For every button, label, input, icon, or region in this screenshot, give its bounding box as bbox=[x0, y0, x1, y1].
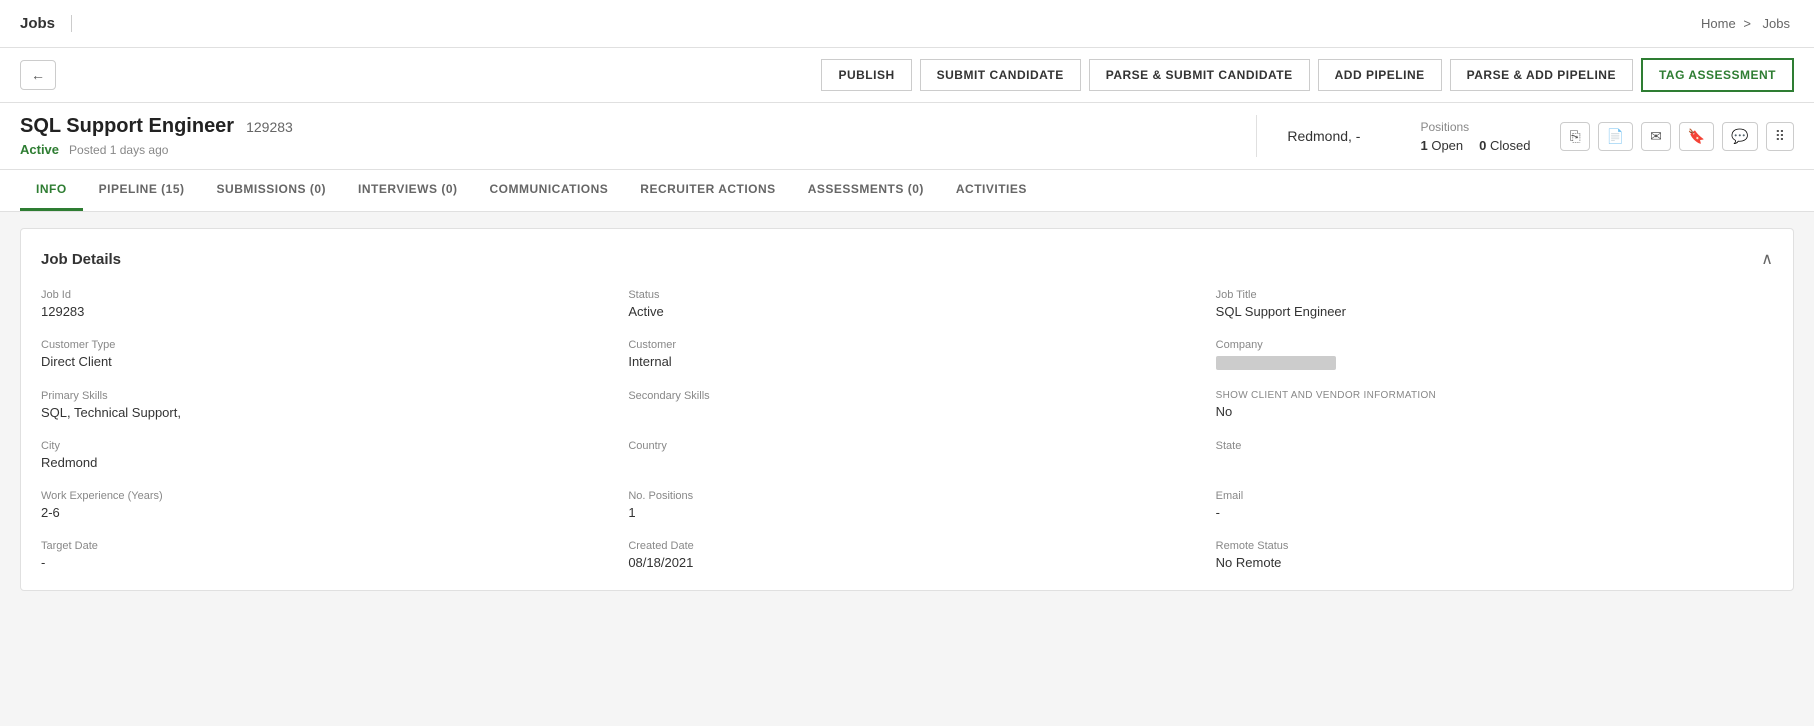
detail-company: Company bbox=[1216, 339, 1773, 370]
card-header: Job Details ∧ bbox=[41, 249, 1773, 269]
detail-created-date: Created Date 08/18/2021 bbox=[628, 540, 1185, 570]
detail-customer: Customer Internal bbox=[628, 339, 1185, 370]
tree-icon[interactable]: ⠿ bbox=[1766, 122, 1794, 151]
copy-icon[interactable]: ⎘ bbox=[1560, 122, 1589, 151]
main-content: Job Details ∧ Job Id 129283 Status Activ… bbox=[0, 212, 1814, 726]
positions-section: Positions 1 Open 0 Closed bbox=[1390, 120, 1560, 153]
chat-icon[interactable]: 💬 bbox=[1722, 122, 1757, 151]
breadcrumb-separator: > bbox=[1743, 16, 1751, 31]
breadcrumb-current: Jobs bbox=[1763, 16, 1790, 31]
company-blurred bbox=[1216, 356, 1336, 370]
bookmark-icon[interactable]: 🔖 bbox=[1679, 122, 1714, 151]
breadcrumb-home[interactable]: Home bbox=[1701, 16, 1736, 31]
job-title-row: SQL Support Engineer 129283 bbox=[20, 115, 1236, 138]
job-posted-time: Posted 1 days ago bbox=[69, 143, 168, 157]
document-icon[interactable]: 📄 bbox=[1598, 122, 1633, 151]
publish-button[interactable]: PUBLISH bbox=[821, 59, 911, 91]
job-header: SQL Support Engineer 129283 Active Poste… bbox=[0, 103, 1814, 170]
detail-job-title: Job Title SQL Support Engineer bbox=[1216, 289, 1773, 319]
detail-target-date: Target Date - bbox=[41, 540, 598, 570]
collapse-button[interactable]: ∧ bbox=[1761, 249, 1773, 269]
tab-pipeline[interactable]: PIPELINE (15) bbox=[83, 170, 201, 211]
positions-row: 1 Open 0 Closed bbox=[1420, 138, 1530, 153]
add-pipeline-button[interactable]: ADD PIPELINE bbox=[1318, 59, 1442, 91]
app-title: Jobs bbox=[20, 15, 72, 32]
detail-primary-skills: Primary Skills SQL, Technical Support, bbox=[41, 390, 598, 420]
submit-candidate-button[interactable]: SUBMIT CANDIDATE bbox=[920, 59, 1081, 91]
open-positions: 1 Open bbox=[1420, 138, 1463, 153]
job-title: SQL Support Engineer bbox=[20, 115, 234, 138]
tab-communications[interactable]: COMMUNICATIONS bbox=[474, 170, 625, 211]
back-button[interactable]: ← bbox=[20, 60, 56, 90]
detail-country: Country bbox=[628, 440, 1185, 470]
tabs-bar: INFO PIPELINE (15) SUBMISSIONS (0) INTER… bbox=[0, 170, 1814, 212]
closed-positions: 0 Closed bbox=[1479, 138, 1530, 153]
detail-city: City Redmond bbox=[41, 440, 598, 470]
detail-no-positions: No. Positions 1 bbox=[628, 490, 1185, 520]
parse-add-pipeline-button[interactable]: PARSE & ADD PIPELINE bbox=[1450, 59, 1633, 91]
mail-icon[interactable]: ✉ bbox=[1641, 122, 1671, 151]
job-id-display: 129283 bbox=[246, 119, 293, 135]
detail-state: State bbox=[1216, 440, 1773, 470]
tab-info[interactable]: INFO bbox=[20, 170, 83, 211]
top-nav: Jobs Home > Jobs bbox=[0, 0, 1814, 48]
job-title-section: SQL Support Engineer 129283 Active Poste… bbox=[20, 115, 1257, 157]
job-location: Redmond, - bbox=[1287, 128, 1360, 144]
nav-left: Jobs bbox=[20, 15, 72, 32]
header-toolbar: ← PUBLISH SUBMIT CANDIDATE PARSE & SUBMI… bbox=[0, 48, 1814, 103]
detail-status: Status Active bbox=[628, 289, 1185, 319]
detail-email: Email - bbox=[1216, 490, 1773, 520]
detail-customer-type: Customer Type Direct Client bbox=[41, 339, 598, 370]
detail-secondary-skills: Secondary Skills bbox=[628, 390, 1185, 420]
details-grid: Job Id 129283 Status Active Job Title SQ… bbox=[41, 289, 1773, 570]
job-status-active: Active bbox=[20, 142, 59, 157]
parse-submit-candidate-button[interactable]: PARSE & SUBMIT CANDIDATE bbox=[1089, 59, 1310, 91]
job-details-card: Job Details ∧ Job Id 129283 Status Activ… bbox=[20, 228, 1794, 591]
job-actions-right: ⎘ 📄 ✉ 🔖 💬 ⠿ bbox=[1560, 122, 1794, 151]
detail-remote-status: Remote Status No Remote bbox=[1216, 540, 1773, 570]
job-location-section: Redmond, - bbox=[1257, 128, 1390, 144]
tab-assessments[interactable]: ASSESSMENTS (0) bbox=[792, 170, 940, 211]
tab-submissions[interactable]: SUBMISSIONS (0) bbox=[201, 170, 343, 211]
detail-work-experience: Work Experience (Years) 2-6 bbox=[41, 490, 598, 520]
detail-job-id: Job Id 129283 bbox=[41, 289, 598, 319]
positions-label: Positions bbox=[1420, 120, 1530, 134]
breadcrumb: Home > Jobs bbox=[1701, 16, 1794, 31]
tag-assessment-button[interactable]: TAG ASSESSMENT bbox=[1641, 58, 1794, 92]
detail-show-client: SHOW CLIENT AND VENDOR INFORMATION No bbox=[1216, 390, 1773, 420]
tab-recruiter-actions[interactable]: RECRUITER ACTIONS bbox=[624, 170, 791, 211]
tab-interviews[interactable]: INTERVIEWS (0) bbox=[342, 170, 473, 211]
card-title: Job Details bbox=[41, 251, 121, 268]
job-meta: Active Posted 1 days ago bbox=[20, 142, 1236, 157]
tab-activities[interactable]: ACTIVITIES bbox=[940, 170, 1043, 211]
